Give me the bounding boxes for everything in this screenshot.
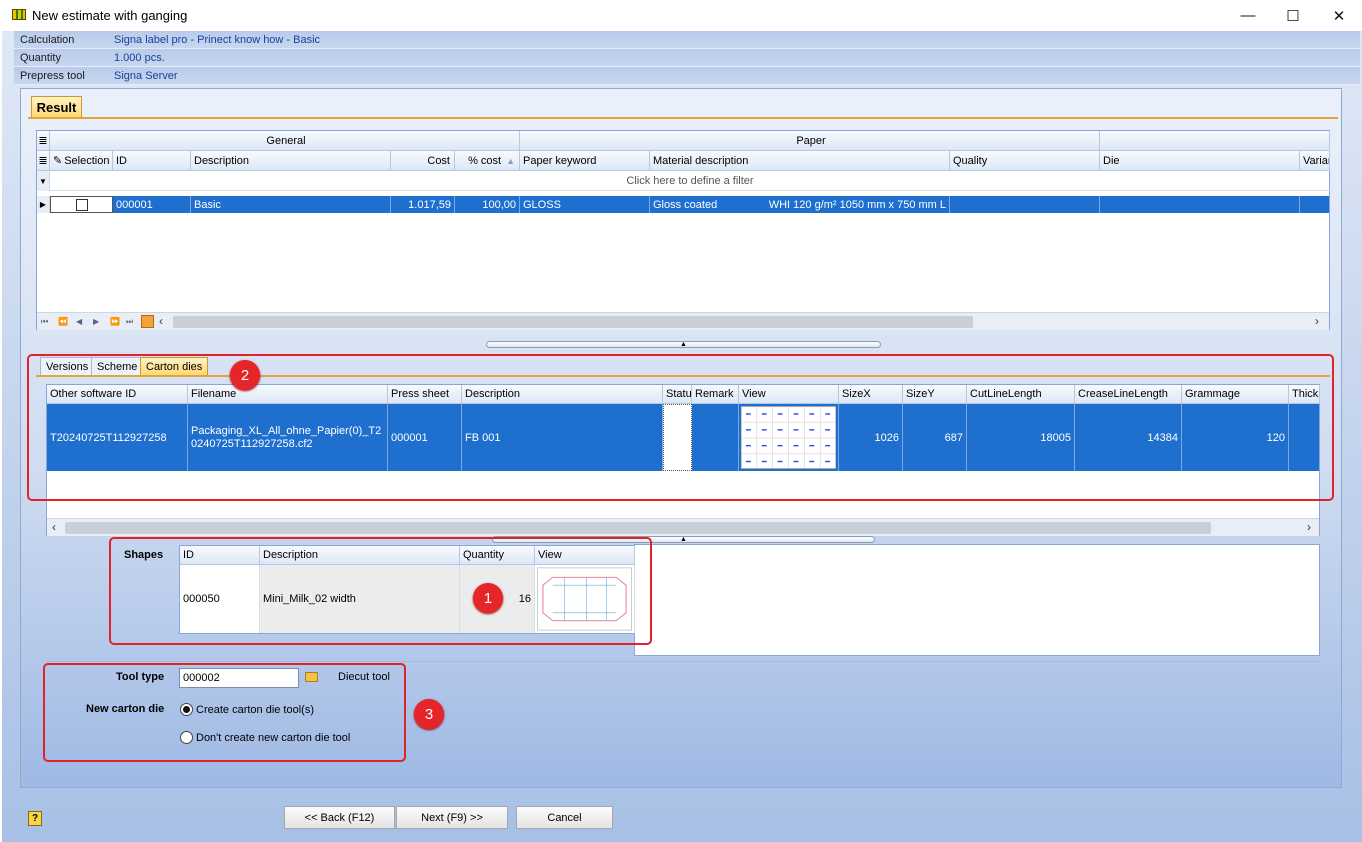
annotation-badge-3: 3	[414, 699, 444, 729]
info-key: Prepress tool	[20, 69, 85, 82]
info-row-calculation: Calculation Signa label pro - Prinect kn…	[14, 31, 1360, 49]
info-value: Signa Server	[114, 69, 178, 82]
app-icon	[12, 9, 26, 20]
cell-id: 000001	[113, 196, 191, 213]
nav-prev-icon[interactable]: ◀	[76, 317, 82, 326]
info-row-quantity: Quantity 1.000 pcs.	[14, 49, 1360, 67]
highlight-box-carton-dies	[27, 354, 1334, 501]
col-material-description[interactable]: Material description	[650, 151, 950, 171]
band-paper: Paper	[520, 131, 1100, 151]
filter-funnel-icon[interactable]	[141, 315, 154, 328]
tab-underline	[28, 117, 1338, 119]
cell-variant	[1300, 196, 1330, 213]
cell-cost: 1.017,59	[391, 196, 455, 213]
sort-asc-icon: ▲	[506, 155, 515, 166]
next-button[interactable]: Next (F9) >>	[396, 806, 508, 829]
col-description[interactable]: Description	[191, 151, 391, 171]
info-key: Quantity	[20, 51, 61, 64]
cell-die	[1100, 196, 1300, 213]
cancel-button[interactable]: Cancel	[516, 806, 613, 829]
shapes-blank-area	[634, 544, 1320, 656]
band-general: General	[50, 131, 520, 151]
info-value: Signa label pro - Prinect know how - Bas…	[114, 33, 321, 46]
minimize-button[interactable]: —	[1225, 0, 1271, 31]
band-chooser-icon[interactable]: ≣	[37, 131, 50, 151]
nav-first-icon[interactable]: ⏮	[41, 317, 48, 327]
col-paper-keyword[interactable]: Paper keyword	[520, 151, 650, 171]
scroll-left-icon[interactable]: ‹	[159, 314, 163, 328]
annotation-badge-1: 1	[473, 583, 503, 613]
maximize-button[interactable]: ☐	[1270, 0, 1316, 31]
highlight-box-tool-options	[43, 663, 406, 762]
nav-next-icon[interactable]: ▶	[93, 317, 99, 326]
splitter-top[interactable]: ▲	[486, 341, 881, 348]
cell-quality	[950, 196, 1100, 213]
result-navigator: ⏮ ⏪ ◀ ▶ ⏩ ⏭ ‹ ›	[37, 312, 1329, 330]
column-chooser-icon[interactable]: ≣	[37, 151, 50, 171]
scroll-right-icon[interactable]: ›	[1307, 520, 1311, 534]
col-quality[interactable]: Quality	[950, 151, 1100, 171]
selection-cell[interactable]: ✔	[50, 196, 113, 213]
chevron-up-icon: ▲	[680, 341, 687, 348]
col-die[interactable]: Die	[1100, 151, 1300, 171]
result-grid: ≣ General Paper ≣ ✎ Selection ID Descript…	[36, 130, 1330, 330]
cell-pct-cost: 100,00	[455, 196, 520, 213]
title-bar: New estimate with ganging — ☐ ✕	[0, 0, 1362, 31]
nav-prev-page-icon[interactable]: ⏪	[58, 317, 68, 326]
info-row-prepress-tool: Prepress tool Signa Server	[14, 67, 1360, 85]
col-id[interactable]: ID	[113, 151, 191, 171]
back-button[interactable]: << Back (F12)	[284, 806, 395, 829]
filter-icon[interactable]: ▼	[37, 171, 50, 191]
cell-material-description: Gloss coated WHI 120 g/m² 1050 mm x 750 m…	[650, 196, 950, 213]
divider	[46, 661, 1320, 662]
help-icon[interactable]: ?	[28, 811, 42, 826]
check-icon[interactable]: ✔	[75, 198, 88, 211]
col-selection[interactable]: ✎ Selection	[50, 151, 113, 171]
col-variant[interactable]: Variant	[1300, 151, 1330, 171]
row-indicator-icon: ▶	[37, 196, 50, 213]
highlight-box-shapes	[109, 537, 652, 645]
info-key: Calculation	[20, 33, 75, 46]
horizontal-scrollbar-thumb[interactable]	[65, 522, 1211, 534]
cell-paper-keyword: GLOSS	[520, 196, 650, 213]
filter-row[interactable]: Click here to define a filter	[50, 171, 1330, 191]
scroll-left-icon[interactable]: ‹	[52, 520, 56, 534]
col-pct-cost[interactable]: % cost ▲	[455, 151, 520, 171]
close-button[interactable]: ✕	[1316, 0, 1362, 31]
annotation-badge-2: 2	[230, 360, 260, 390]
nav-last-icon[interactable]: ⏭	[126, 317, 133, 327]
band-empty	[1100, 131, 1330, 151]
horizontal-scrollbar-thumb[interactable]	[173, 316, 973, 328]
chevron-up-icon: ▲	[680, 536, 687, 543]
table-row[interactable]: ✔ 000001 Basic 1.017,59 100,00 GLOSS Glo…	[50, 196, 1330, 213]
tab-result[interactable]: Result	[31, 96, 82, 118]
nav-next-page-icon[interactable]: ⏩	[110, 317, 120, 326]
col-cost[interactable]: Cost	[391, 151, 455, 171]
window-title: New estimate with ganging	[32, 8, 188, 23]
scroll-right-icon[interactable]: ›	[1315, 314, 1319, 328]
cell-description: Basic	[191, 196, 391, 213]
info-value: 1.000 pcs.	[114, 51, 165, 64]
pencil-icon: ✎	[53, 155, 63, 167]
carton-horizontal-scrollbar: ‹ ›	[47, 518, 1319, 536]
